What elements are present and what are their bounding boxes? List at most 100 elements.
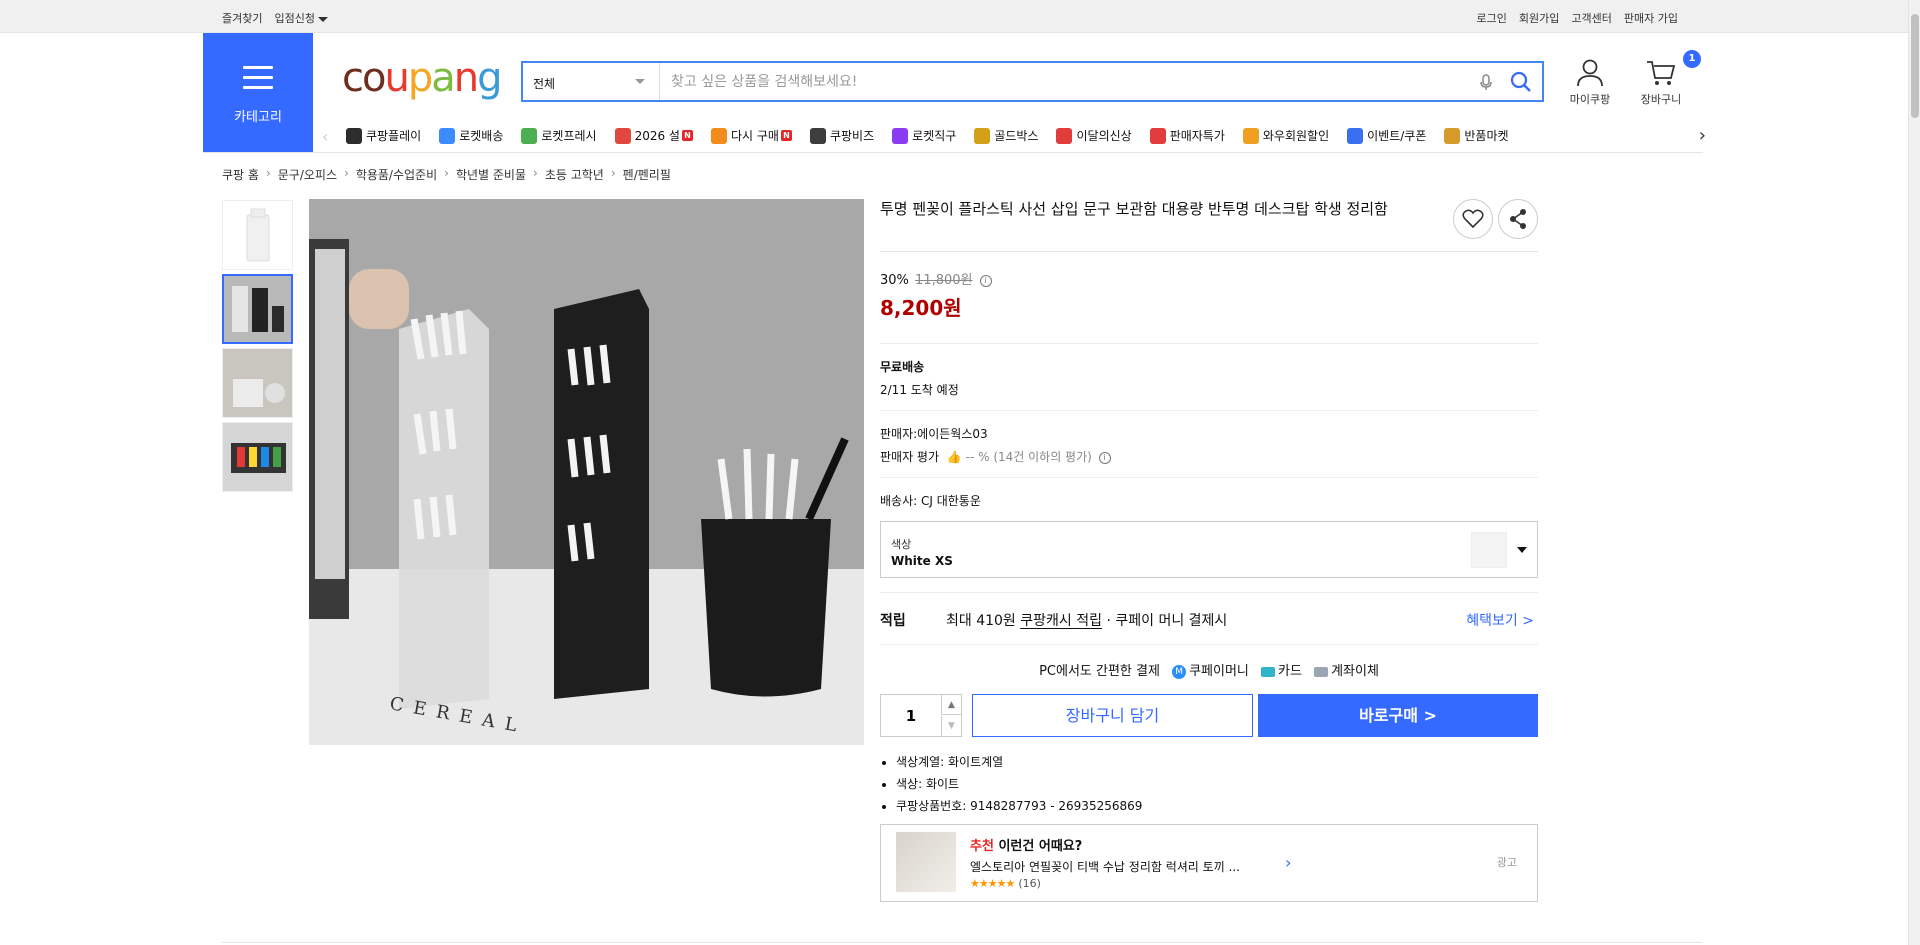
breadcrumb-item[interactable]: 쿠팡 홈 (222, 166, 259, 183)
reward-prefix: 최대 410원 (946, 613, 1021, 629)
wishlist-button[interactable] (1453, 199, 1493, 239)
gnb-item-12[interactable]: 반품마켓 (1444, 127, 1509, 144)
reward-cash-link[interactable]: 쿠팡캐시 적립 (1020, 613, 1102, 629)
gnb-item-5[interactable]: 쿠팡비즈 (809, 127, 874, 144)
recommended-product-image[interactable] (896, 832, 956, 892)
quantity-decrease-button[interactable]: ▼ (941, 716, 961, 736)
gnb-item-8[interactable]: 이달의신상 (1056, 127, 1132, 144)
gnb-item-label: 이벤트/쿠폰 (1367, 129, 1427, 143)
gnb-item-icon (892, 127, 909, 144)
gnb-item-icon (1347, 127, 1364, 144)
gnb-item-icon (974, 127, 991, 144)
gnb-prev-arrow-icon[interactable]: ‹ (322, 127, 328, 146)
discount-rate: 30% (880, 273, 909, 288)
seller-rating-value: -- % (14건 이하의 평가) (965, 450, 1092, 464)
top-utility-bar: 즐겨찾기 입점신청 로그인 회원가입 고객센터 판매자 가입 (0, 0, 1908, 33)
option-value: White XS (891, 554, 953, 568)
gnb-item-icon (346, 127, 362, 144)
customer-center-link[interactable]: 고객센터 (1571, 10, 1611, 26)
info-icon[interactable]: i (979, 274, 992, 287)
header-divider (203, 152, 1703, 153)
cart-button[interactable]: 1 장바구니 (1631, 50, 1701, 107)
chevron-right-icon[interactable]: › (1285, 853, 1291, 872)
gnb-shortcut-menu: ‹ 쿠팡플레이 로켓배송 로켓프레시 2026 설 N 다시 구매 N 쿠팡비즈 로켓직구 골드박… (318, 123, 1708, 151)
gnb-item-7[interactable]: 골드박스 (974, 127, 1038, 144)
category-menu-button[interactable]: 카테고리 (203, 33, 313, 153)
reward-label: 적립 (880, 613, 906, 629)
benefit-more-link[interactable]: 혜택보기 > (1466, 610, 1534, 630)
gnb-item-10[interactable]: 와우회원할인 (1242, 127, 1329, 144)
signup-link[interactable]: 회원가입 (1519, 10, 1559, 26)
thumbnail-4[interactable] (222, 422, 293, 492)
coupang-logo[interactable]: coupang (342, 55, 503, 101)
gnb-item-icon (1149, 127, 1166, 144)
favorites-link[interactable]: 즐겨찾기 (222, 10, 262, 26)
mycoupang-button[interactable]: 마이쿠팡 (1560, 58, 1620, 107)
microphone-icon[interactable] (1476, 72, 1496, 92)
courier-text: 배송사: CJ 대한통운 (880, 494, 981, 508)
quantity-increase-button[interactable]: ▲ (941, 695, 961, 715)
breadcrumb-item[interactable]: 학용품/수업준비 (356, 166, 437, 183)
heart-icon (1462, 209, 1484, 229)
gnb-item-icon (439, 127, 456, 144)
recommendation-heading: 추천 이런건 어때요? (970, 835, 1082, 854)
color-option-select[interactable]: 색상 White XS (880, 521, 1538, 578)
thumbnail-3[interactable] (222, 348, 293, 418)
gnb-item-icon (1242, 127, 1259, 144)
cart-label: 장바구니 (1640, 93, 1682, 106)
attribute-item: 쿠팡상품번호: 9148287793 - 26935256869 (896, 797, 1538, 814)
buy-now-button[interactable]: 바로구매 > (1258, 694, 1538, 737)
recommendation-ad[interactable]: 추천 이런건 어때요? 엘스토리아 연필꽂이 티백 수납 정리함 럭셔리 토끼 … (880, 824, 1538, 902)
breadcrumb-item[interactable]: 문구/오피스 (278, 166, 337, 183)
cart-count-badge: 1 (1683, 50, 1701, 68)
entry-apply-dropdown[interactable]: 입점신청 (274, 10, 328, 26)
search-icon[interactable] (1510, 71, 1532, 93)
gnb-next-arrow-icon[interactable]: › (1699, 125, 1706, 146)
cart-icon (1647, 61, 1676, 85)
share-button[interactable] (1498, 199, 1538, 239)
breadcrumb: 쿠팡 홈 › 문구/오피스 › 학용품/수업준비 › 학년별 준비물 › 초등 고학년 › 펜/펜리… (222, 166, 671, 183)
gnb-item-1[interactable]: 로켓배송 (439, 127, 503, 144)
breadcrumb-item[interactable]: 초등 고학년 (545, 166, 604, 183)
gnb-item-3[interactable]: 2026 설N (614, 127, 693, 144)
product-main-image[interactable]: CEREAL (309, 199, 864, 745)
login-link[interactable]: 로그인 (1477, 10, 1507, 26)
thumbnail-2-selected[interactable] (222, 274, 293, 344)
original-price: 11,800원 (915, 273, 973, 288)
gnb-item-label: 로켓프레시 (541, 129, 597, 143)
search-input[interactable] (671, 71, 1471, 93)
seller-name[interactable]: 판매자:에이든웍스03 (880, 425, 1538, 442)
pay-card: 카드 (1278, 664, 1302, 679)
seller-info-icon[interactable]: i (1098, 451, 1111, 464)
recommended-product-name[interactable]: 엘스토리아 연필꽂이 티백 수납 정리함 럭셔리 토끼 ... (970, 858, 1270, 875)
search-category-select[interactable]: 전체 (523, 63, 660, 100)
breadcrumb-item[interactable]: 학년별 준비물 (456, 166, 526, 183)
breadcrumb-separator-icon: › (265, 166, 271, 180)
page-scrollbar[interactable] (1908, 0, 1920, 945)
gnb-item-icon (1444, 127, 1461, 144)
purchase-row: ▲ ▼ 장바구니 담기 바로구매 > (880, 694, 1538, 737)
title-divider (880, 251, 1538, 252)
breadcrumb-item[interactable]: 펜/펜리필 (623, 166, 671, 183)
gnb-item-0[interactable]: 쿠팡플레이 (346, 127, 421, 144)
sale-price: 8,200원 (880, 296, 962, 320)
breadcrumb-separator-icon: › (444, 166, 449, 180)
new-badge-icon: N (681, 130, 693, 141)
gnb-item-2[interactable]: 로켓프레시 (521, 127, 597, 144)
mycoupang-label: 마이쿠팡 (1569, 93, 1611, 106)
quantity-input[interactable] (882, 696, 940, 735)
gnb-item-9[interactable]: 판매자특가 (1149, 127, 1225, 144)
reward-text: 최대 410원 쿠팡캐시 적립 · 쿠페이 머니 결제시 (946, 610, 1227, 630)
gnb-item-6[interactable]: 로켓직구 (892, 127, 956, 144)
entry-apply-label: 입점신청 (274, 12, 315, 25)
gnb-item-4[interactable]: 다시 구매 N (710, 127, 792, 144)
gnb-item-11[interactable]: 이벤트/쿠폰 (1347, 127, 1426, 144)
thumbnail-1[interactable] (222, 200, 293, 270)
gnb-item-label: 다시 구매 (730, 129, 779, 143)
gnb-item-icon (710, 127, 727, 144)
gnb-item-label: 이달의신상 (1076, 129, 1132, 143)
add-to-cart-button[interactable]: 장바구니 담기 (972, 694, 1253, 737)
seller-rating-label: 판매자 평가 (880, 450, 940, 464)
scrollbar-thumb[interactable] (1911, 14, 1919, 118)
seller-signup-link[interactable]: 판매자 가입 (1624, 10, 1678, 26)
